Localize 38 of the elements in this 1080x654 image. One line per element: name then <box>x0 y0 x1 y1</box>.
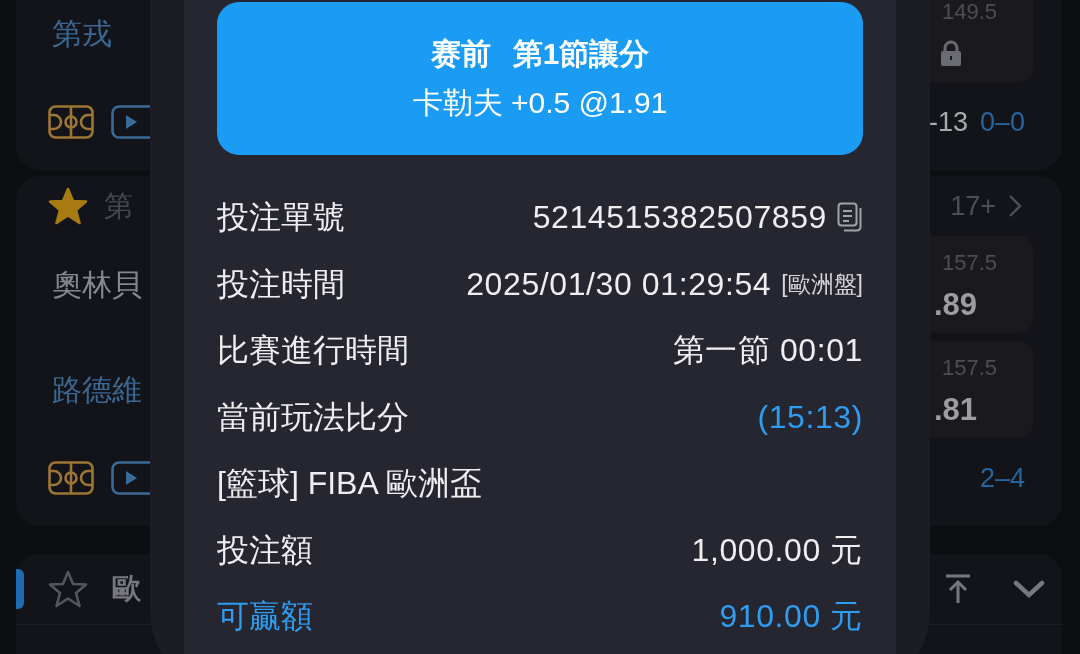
scroll-to-top-icon[interactable] <box>945 574 971 604</box>
field-label: 投注單號 <box>217 198 345 238</box>
team-name: 第戎 <box>52 15 112 52</box>
field-label: 投注額 <box>217 530 313 570</box>
star-icon[interactable] <box>48 187 88 225</box>
field-value: 第一節 00:01 <box>672 331 863 371</box>
field-value: 2025/01/30 01:29:54 <box>466 264 772 304</box>
live-score: 0–0 <box>979 106 1025 138</box>
bet-number: 5214515382507859 <box>532 198 827 238</box>
star-icon[interactable] <box>48 570 88 608</box>
chevron-right-icon[interactable] <box>1008 194 1022 218</box>
court-icon <box>48 105 94 139</box>
play-icon[interactable] <box>111 461 150 495</box>
field-label: 可贏額 <box>217 597 313 637</box>
team-name: 奧林貝 <box>52 266 142 303</box>
odds-price: .89 <box>933 287 978 323</box>
league-label: [籃球] FIBA 歐洲盃 <box>217 464 482 504</box>
field-value: 1,000.00 元 <box>691 530 863 570</box>
court-icon <box>48 461 94 495</box>
field-label: 當前玩法比分 <box>217 397 409 437</box>
chevron-down-icon[interactable] <box>1013 580 1045 598</box>
tab-indicator <box>16 569 24 609</box>
odds-price: .81 <box>933 392 978 428</box>
play-icon[interactable] <box>111 105 150 139</box>
copy-icon[interactable] <box>837 202 863 233</box>
market-title: 第1節讓分 <box>512 36 650 72</box>
field-value: 910.00 元 <box>719 597 863 637</box>
team-name: 路德維 <box>52 371 142 408</box>
bet-status: 赛前 <box>430 36 491 72</box>
score-detail: -13 <box>928 106 968 138</box>
league-title: 歐 <box>112 571 141 606</box>
more-count: 17+ <box>950 190 996 222</box>
bet-selection: 卡勒夫 +0.5 @1.91 <box>412 85 668 121</box>
odds-type-tag: [歐洲盤] <box>781 268 863 299</box>
live-score: 2–4 <box>979 462 1025 494</box>
field-value: (15:13) <box>757 397 863 437</box>
field-label: 投注時間 <box>217 264 345 304</box>
field-label: 比賽進行時間 <box>217 331 409 371</box>
